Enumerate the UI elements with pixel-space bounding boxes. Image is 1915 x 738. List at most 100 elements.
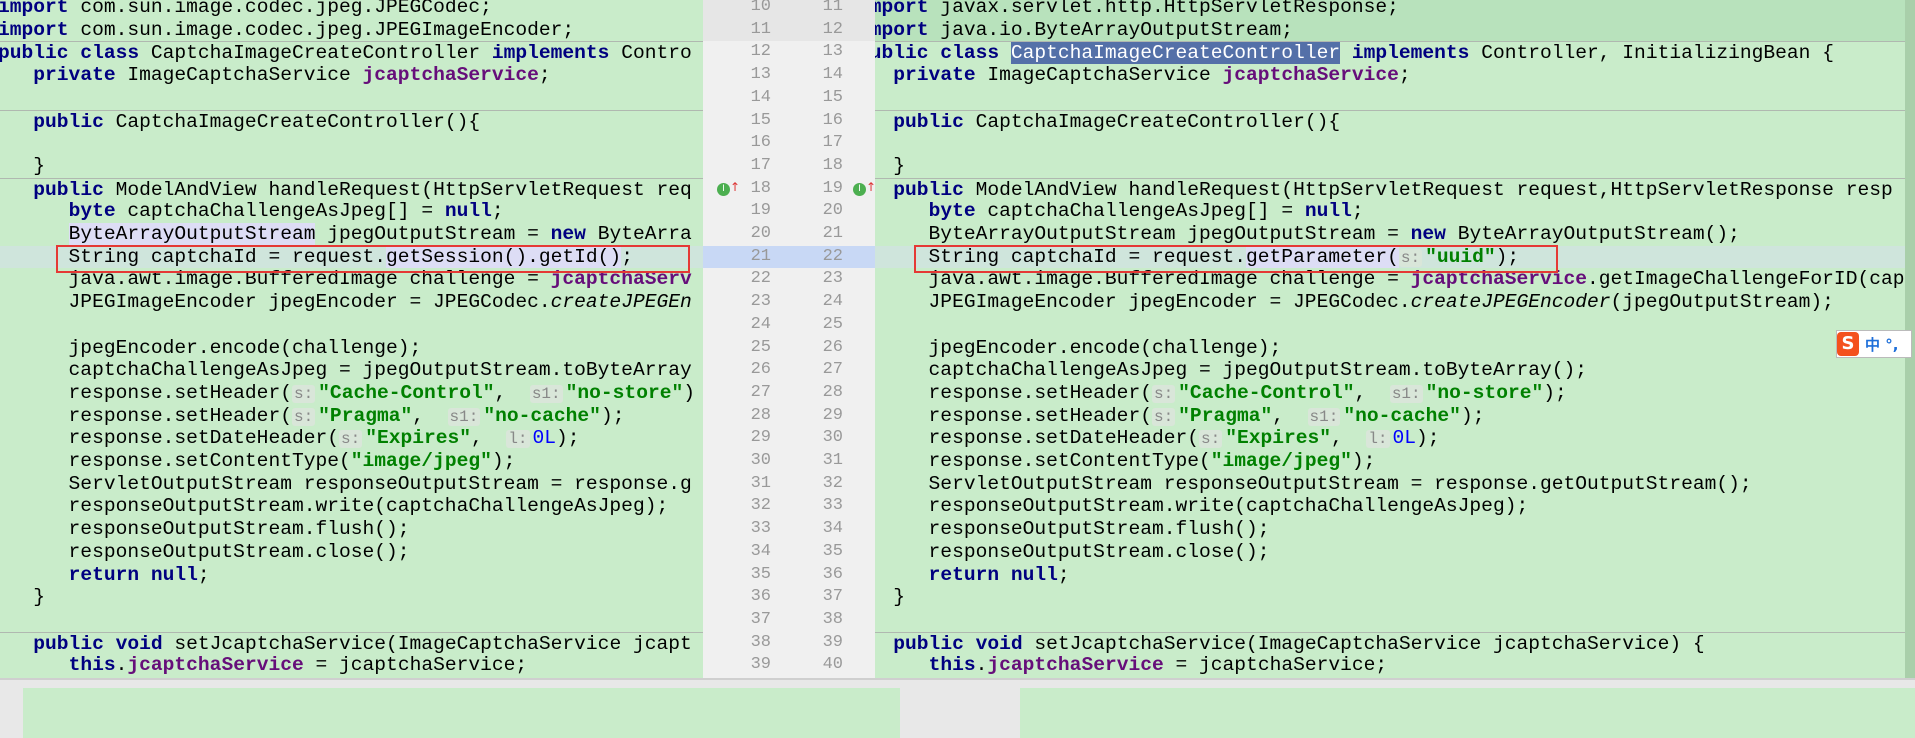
left-line-number: 14 xyxy=(750,87,771,107)
code-line[interactable]: responseOutputStream.close(); xyxy=(875,541,1905,564)
implements-method-left-icon[interactable]: I xyxy=(717,182,730,196)
code-line[interactable]: return null; xyxy=(0,564,703,587)
code-line[interactable]: public ModelAndView handleRequest(HttpSe… xyxy=(0,177,703,202)
code-line[interactable]: public class CaptchaImageCreateControlle… xyxy=(875,41,1905,65)
code-line[interactable]: responseOutputStream.flush(); xyxy=(0,518,703,541)
code-text: String captchaId = request.getSession().… xyxy=(0,245,633,269)
code-line[interactable]: response.setHeader(s: "Cache-Control", s1… xyxy=(0,382,703,405)
code-text: responseOutputStream.flush(); xyxy=(0,518,410,541)
code-line[interactable]: responseOutputStream.flush(); xyxy=(875,518,1905,541)
code-token: = jcaptchaService; xyxy=(1163,654,1388,677)
code-line[interactable]: private ImageCaptchaService jcaptchaServ… xyxy=(875,64,1905,87)
code-token: return null xyxy=(928,563,1058,586)
right-diff-pane[interactable]: import javax.servlet.http.HttpServletRes… xyxy=(875,0,1905,678)
code-line[interactable] xyxy=(0,314,703,337)
code-line[interactable]: import java.io.ByteArrayOutputStream; xyxy=(875,18,1905,42)
code-line[interactable]: public ModelAndView handleRequest(HttpSe… xyxy=(875,177,1905,202)
code-line[interactable]: String captchaId = request.getSession().… xyxy=(0,245,703,269)
code-line[interactable]: public void setJcaptchaService(ImageCapt… xyxy=(0,631,703,656)
left-diff-pane[interactable]: import com.sun.image.codec.jpeg.JPEGCode… xyxy=(0,0,703,678)
code-line[interactable]: public class CaptchaImageCreateControlle… xyxy=(0,41,703,65)
code-text: java.awt.image.BufferedImage challenge =… xyxy=(875,268,1905,291)
code-token: public xyxy=(893,178,976,201)
left-line-number: 39 xyxy=(750,655,771,675)
code-token: ; xyxy=(491,200,504,223)
code-line[interactable]: this.jcaptchaService = jcaptchaService; xyxy=(0,654,703,677)
code-token: captchaChallengeAsJpeg[] = xyxy=(127,200,445,223)
code-line[interactable]: } xyxy=(875,586,1905,609)
code-line[interactable] xyxy=(0,132,703,155)
code-line[interactable] xyxy=(875,609,1905,632)
code-line[interactable] xyxy=(0,609,703,632)
code-token: "image/jpeg" xyxy=(1210,450,1352,472)
code-text: response.setHeader(s: "Cache-Control", s1… xyxy=(875,382,1567,406)
code-line[interactable]: return null; xyxy=(875,564,1905,587)
code-line[interactable]: public void setJcaptchaService(ImageCapt… xyxy=(875,631,1905,656)
code-token: , xyxy=(1331,427,1367,450)
code-line[interactable]: jpegEncoder.encode(challenge); xyxy=(0,337,703,360)
code-token: } xyxy=(0,154,46,177)
code-token: responseOutputStream.flush(); xyxy=(875,518,1270,541)
code-line[interactable]: response.setContentType("image/jpeg"); xyxy=(0,450,703,473)
code-line[interactable] xyxy=(875,87,1905,110)
code-line[interactable]: byte captchaChallengeAsJpeg[] = null; xyxy=(0,200,703,223)
code-line[interactable]: String captchaId = request.getParameter(… xyxy=(875,245,1905,269)
code-token: response.setHeader( xyxy=(0,381,292,404)
code-line[interactable]: ServletOutputStream responseOutputStream… xyxy=(0,473,703,496)
code-line[interactable]: byte captchaChallengeAsJpeg[] = null; xyxy=(875,200,1905,223)
code-line[interactable]: import com.sun.image.codec.jpeg.JPEGImag… xyxy=(0,19,703,42)
code-token: ); xyxy=(1495,245,1520,268)
code-line[interactable]: } xyxy=(0,586,703,609)
code-line[interactable]: jpegEncoder.encode(challenge); xyxy=(875,337,1905,360)
code-line[interactable]: response.setHeader(s: "Cache-Control", s1… xyxy=(875,382,1905,405)
code-line[interactable]: response.setHeader(s: "Pragma", s1: "no-ca… xyxy=(0,405,703,428)
code-token: jcaptchaService xyxy=(127,654,304,677)
code-token: javax.servlet.http.HttpServletResponse; xyxy=(928,0,1399,18)
left-line-number: 32 xyxy=(750,496,771,516)
code-token: captchaChallengeAsJpeg[] = xyxy=(987,200,1305,223)
code-line[interactable]: JPEGImageEncoder jpegEncoder = JPEGCodec… xyxy=(875,291,1905,314)
code-line[interactable]: public CaptchaImageCreateController(){ xyxy=(875,109,1905,134)
code-line[interactable]: this.jcaptchaService = jcaptchaService; xyxy=(875,654,1905,677)
left-line-number: 25 xyxy=(750,337,771,357)
bottom-panel xyxy=(0,678,1915,738)
gutter-row: 18 19 I ↑ I ↑ xyxy=(703,178,875,201)
code-line[interactable]: responseOutputStream.write(captchaChalle… xyxy=(0,495,703,518)
code-line[interactable]: responseOutputStream.write(captchaChalle… xyxy=(875,495,1905,518)
code-line[interactable]: response.setContentType("image/jpeg"); xyxy=(875,450,1905,473)
code-line[interactable]: private ImageCaptchaService jcaptchaServ… xyxy=(0,64,703,87)
code-token: response.setContentType( xyxy=(875,450,1211,472)
code-line[interactable]: ServletOutputStream responseOutputStream… xyxy=(875,473,1905,496)
code-line[interactable] xyxy=(0,87,703,110)
code-line[interactable]: ByteArrayOutputStream jpegOutputStream =… xyxy=(0,223,703,246)
code-line[interactable]: } xyxy=(0,155,703,178)
code-line[interactable]: ByteArrayOutputStream jpegOutputStream =… xyxy=(875,223,1905,246)
ime-toolbar[interactable]: S 中 °, xyxy=(1836,330,1912,358)
gutter-row: 24 25 xyxy=(703,314,875,337)
code-line[interactable]: JPEGImageEncoder jpegEncoder = JPEGCodec… xyxy=(0,291,703,314)
code-line[interactable]: public CaptchaImageCreateController(){ xyxy=(0,109,703,134)
code-line[interactable]: captchaChallengeAsJpeg = jpegOutputStrea… xyxy=(875,359,1905,382)
gutter-row: 37 38 xyxy=(703,609,875,632)
code-line[interactable]: response.setDateHeader(s: "Expires", l: 0L… xyxy=(0,427,703,450)
code-token: (jpegOutputStream); xyxy=(1610,291,1834,314)
implements-method-right-icon[interactable]: I xyxy=(853,182,866,196)
code-line[interactable]: java.awt.image.BufferedImage challenge =… xyxy=(875,268,1905,291)
right-line-number: 37 xyxy=(822,587,843,607)
code-line[interactable] xyxy=(875,314,1905,337)
code-token: "uuid" xyxy=(1425,245,1496,268)
code-line[interactable]: response.setDateHeader(s: "Expires", l: 0L… xyxy=(875,427,1905,450)
right-line-number: 40 xyxy=(822,655,843,675)
code-line[interactable]: } xyxy=(875,155,1905,178)
code-line[interactable]: response.setHeader(s: "Pragma", s1: "no-ca… xyxy=(875,405,1905,428)
right-line-number: 27 xyxy=(822,360,843,380)
code-line[interactable]: responseOutputStream.close(); xyxy=(0,541,703,564)
code-line[interactable]: captchaChallengeAsJpeg = jpegOutputStrea… xyxy=(0,359,703,382)
code-line[interactable]: java.awt.image.BufferedImage challenge =… xyxy=(0,268,703,291)
code-line[interactable] xyxy=(875,132,1905,155)
code-line[interactable]: import com.sun.image.codec.jpeg.JPEGCode… xyxy=(0,0,703,19)
code-token: public xyxy=(893,110,976,133)
code-line[interactable]: import javax.servlet.http.HttpServletRes… xyxy=(875,0,1905,19)
right-line-number: 23 xyxy=(822,269,843,289)
